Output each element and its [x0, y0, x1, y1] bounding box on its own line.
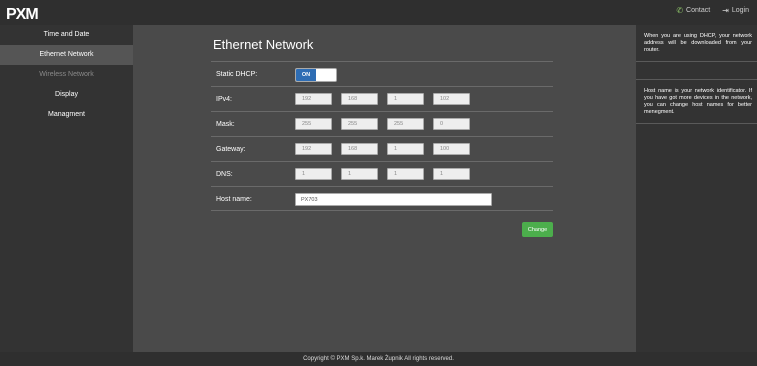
sidebar-item-wireless-network[interactable]: Wireless Network — [0, 65, 133, 85]
host-name-row: Host name: PX703 — [211, 186, 553, 211]
dns-fields: 1 1 1 1 — [295, 168, 470, 180]
mask-label: Mask: — [216, 121, 235, 128]
logo-text: PXM — [6, 6, 38, 21]
toggle-knob — [316, 69, 336, 81]
ipv4-octet-3[interactable]: 1 — [387, 93, 424, 105]
login-icon: ⇥ — [722, 6, 729, 15]
static-dhcp-toggle[interactable]: ON — [295, 68, 337, 82]
gateway-row: Gateway: 192 168 1 100 — [211, 136, 553, 161]
static-dhcp-label: Static DHCP: — [216, 71, 258, 78]
ipv4-octet-1[interactable]: 192 — [295, 93, 332, 105]
ipv4-row: IPv4: 192 168 1 102 — [211, 86, 553, 111]
static-dhcp-row: Static DHCP: ON — [211, 61, 553, 86]
mask-octet-4[interactable]: 0 — [433, 118, 470, 130]
dns-octet-1[interactable]: 1 — [295, 168, 332, 180]
gateway-fields: 192 168 1 100 — [295, 143, 470, 155]
ipv4-fields: 192 168 1 102 — [295, 93, 470, 105]
sidebar-item-time-and-date[interactable]: Time and Date — [0, 25, 133, 45]
ipv4-octet-2[interactable]: 168 — [341, 93, 378, 105]
dhcp-info-text: When you are using DHCP, your network ad… — [636, 25, 757, 62]
dns-octet-3[interactable]: 1 — [387, 168, 424, 180]
sidebar-item-display[interactable]: Display — [0, 85, 133, 105]
top-bar: PXM ✆ Contact ⇥ Login — [0, 0, 757, 25]
sidebar: Time and Date Ethernet Network Wireless … — [0, 25, 133, 352]
change-button[interactable]: Change — [522, 222, 553, 237]
gateway-label: Gateway: — [216, 146, 246, 153]
gateway-octet-3[interactable]: 1 — [387, 143, 424, 155]
mask-fields: 255 255 255 0 — [295, 118, 470, 130]
info-panel: When you are using DHCP, your network ad… — [636, 25, 757, 352]
ipv4-octet-4[interactable]: 102 — [433, 93, 470, 105]
gateway-octet-4[interactable]: 100 — [433, 143, 470, 155]
phone-icon: ✆ — [676, 6, 684, 15]
login-link[interactable]: ⇥ Login — [722, 6, 749, 15]
host-name-input[interactable]: PX703 — [295, 193, 492, 206]
main-content: Ethernet Network Static DHCP: ON IPv4: 1… — [133, 25, 636, 352]
footer-copyright: Copyright © PXM Sp.k. Marek Żupnik All r… — [0, 352, 757, 366]
toggle-on-label: ON — [296, 69, 316, 81]
host-name-label: Host name: — [216, 196, 252, 203]
mask-octet-3[interactable]: 255 — [387, 118, 424, 130]
contact-label: Contact — [686, 7, 711, 14]
mask-octet-2[interactable]: 255 — [341, 118, 378, 130]
mask-octet-1[interactable]: 255 — [295, 118, 332, 130]
sidebar-item-ethernet-network[interactable]: Ethernet Network — [0, 45, 133, 65]
dns-octet-2[interactable]: 1 — [341, 168, 378, 180]
contact-link[interactable]: ✆ Contact — [676, 6, 710, 15]
mask-row: Mask: 255 255 255 0 — [211, 111, 553, 136]
host-name-info-text: Host name is your network identificator.… — [636, 79, 757, 124]
logo[interactable]: PXM — [6, 4, 52, 21]
dns-row: DNS: 1 1 1 1 — [211, 161, 553, 186]
sidebar-item-managment[interactable]: Managment — [0, 105, 133, 125]
ipv4-label: IPv4: — [216, 96, 232, 103]
page-title: Ethernet Network — [213, 37, 314, 52]
top-links: ✆ Contact ⇥ Login — [676, 6, 749, 15]
ethernet-form: Static DHCP: ON IPv4: 192 168 1 102 Mask… — [211, 61, 553, 211]
gateway-octet-2[interactable]: 168 — [341, 143, 378, 155]
gateway-octet-1[interactable]: 192 — [295, 143, 332, 155]
dns-label: DNS: — [216, 171, 233, 178]
login-label: Login — [731, 7, 749, 14]
dns-octet-4[interactable]: 1 — [433, 168, 470, 180]
